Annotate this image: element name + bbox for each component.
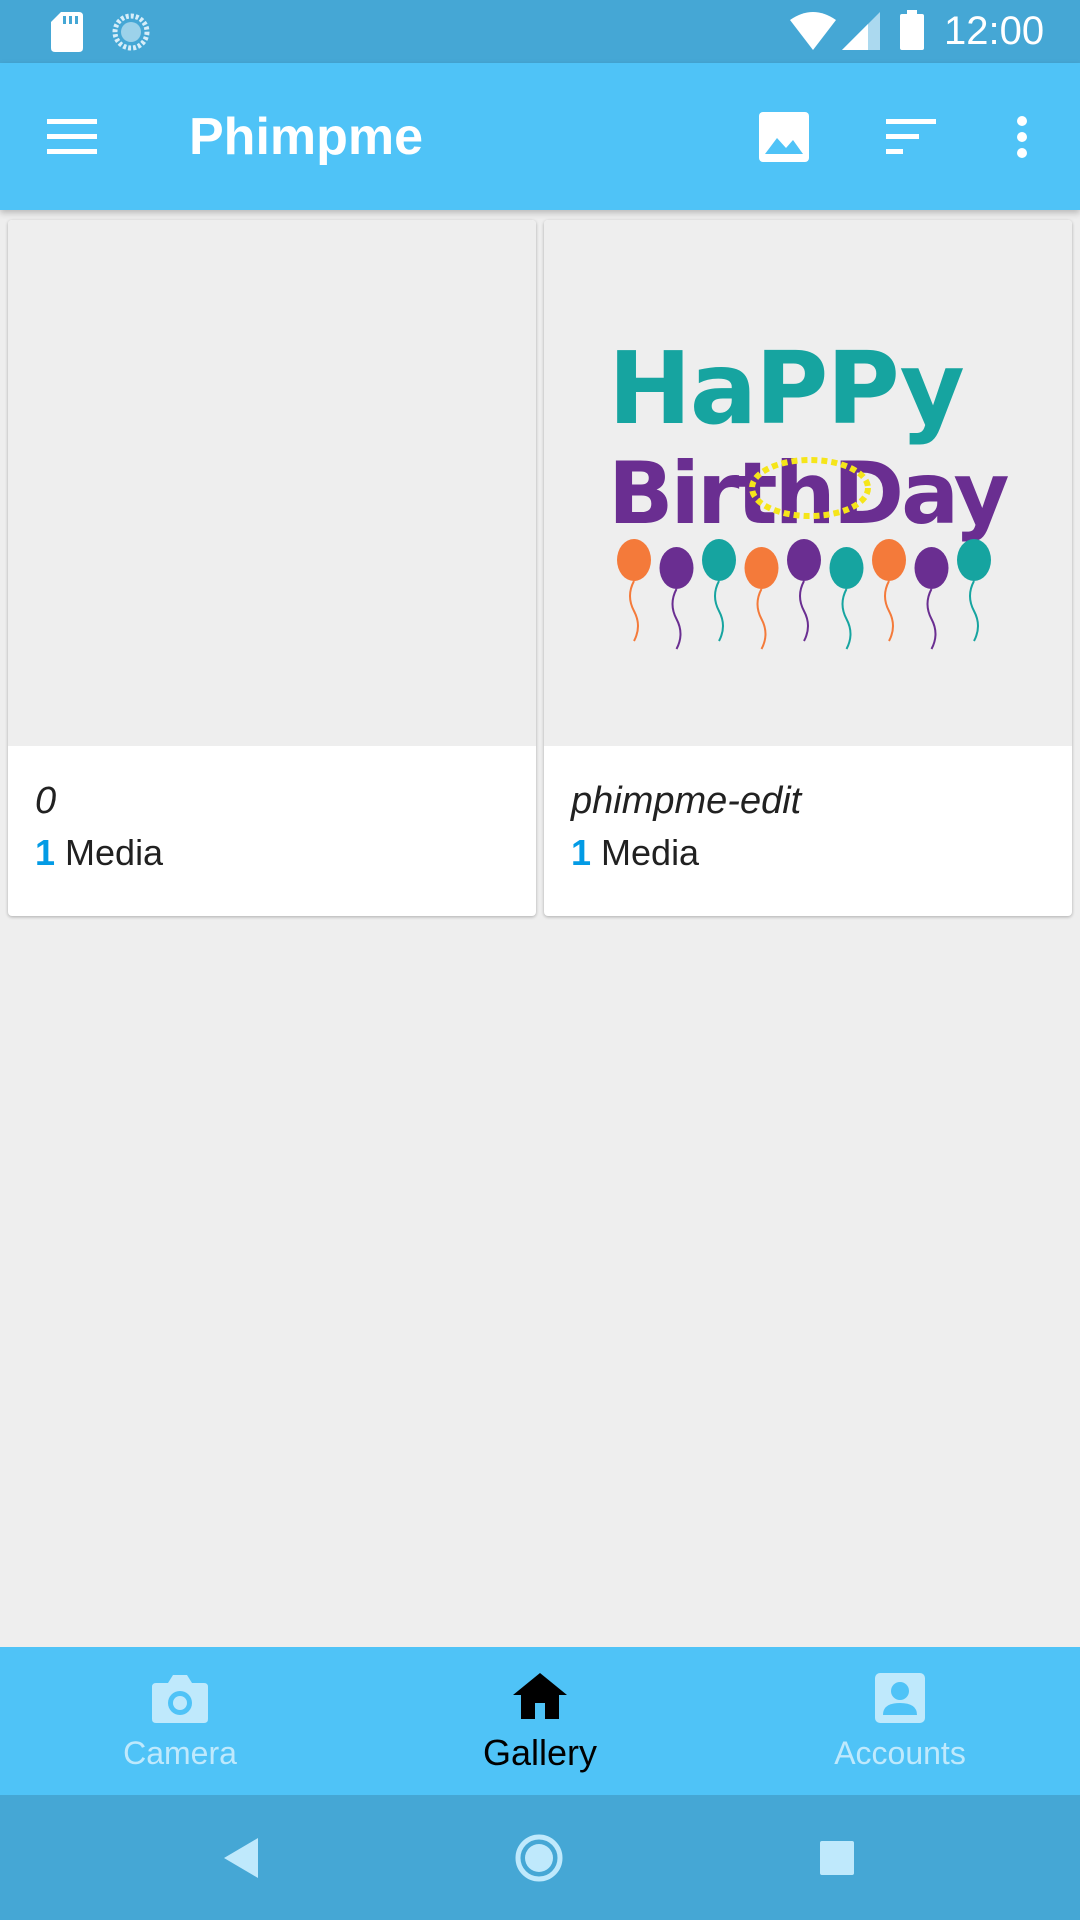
image-icon <box>759 111 809 162</box>
nav-label-camera: Camera <box>123 1735 237 1771</box>
balloon <box>702 539 736 581</box>
balloons <box>617 539 991 650</box>
battery-icon <box>900 10 924 50</box>
album-thumbnail-empty <box>8 220 536 746</box>
system-recents-button[interactable] <box>777 1795 897 1920</box>
sort-icon <box>886 118 936 154</box>
balloon <box>617 539 651 581</box>
balloon <box>744 547 779 589</box>
nav-item-gallery[interactable]: Gallery <box>390 1647 690 1795</box>
nav-item-camera[interactable]: Camera <box>30 1647 330 1795</box>
more-options-button[interactable] <box>967 63 1077 210</box>
balloon <box>914 547 949 589</box>
system-home-button[interactable] <box>479 1795 599 1920</box>
album-name: 0 <box>35 780 57 822</box>
balloon <box>787 539 821 581</box>
album-card[interactable]: HaPPy BirthDay phimpme-edit 1 Media <box>544 220 1072 916</box>
sync-icon <box>112 13 150 51</box>
album-media-count: 1 Media <box>35 831 163 875</box>
nav-label-accounts: Accounts <box>834 1735 966 1771</box>
home-circle-icon <box>515 1834 563 1881</box>
birthday-text: BirthDay <box>608 444 1009 544</box>
media-count-label: Media <box>601 832 700 873</box>
happy-text: HaPPy <box>608 330 964 447</box>
status-bar: 12:00 <box>0 0 1080 63</box>
media-count-label: Media <box>65 832 164 873</box>
album-name: phimpme-edit <box>571 780 802 822</box>
cell-signal-icon <box>842 12 880 50</box>
balloon <box>829 547 864 589</box>
page-title: Phimpme <box>189 108 424 166</box>
camera-icon <box>152 1675 208 1723</box>
app-toolbar: Phimpme <box>0 63 1080 210</box>
album-card[interactable]: 0 1 Media <box>8 220 536 916</box>
balloon-string <box>926 588 937 650</box>
status-time: 12:00 <box>944 9 1045 53</box>
menu-button[interactable] <box>17 63 127 210</box>
balloon-string <box>884 580 894 642</box>
home-icon <box>513 1673 567 1719</box>
menu-icon <box>47 118 97 154</box>
album-thumbnail: HaPPy BirthDay <box>544 220 1072 746</box>
image-button[interactable] <box>729 63 839 210</box>
more-vert-icon <box>1017 115 1027 158</box>
balloon-string <box>841 588 852 650</box>
balloon-string <box>714 580 724 642</box>
system-navigation-bar <box>0 1795 1080 1920</box>
balloon-string <box>756 588 767 650</box>
balloon <box>659 547 694 589</box>
media-count-number: 1 <box>571 832 592 873</box>
balloon-string <box>629 580 639 642</box>
wifi-icon <box>790 12 836 50</box>
account-box-icon <box>875 1673 925 1723</box>
recents-square-icon <box>820 1840 854 1875</box>
nav-label-gallery: Gallery <box>482 1732 598 1773</box>
sort-button[interactable] <box>856 63 966 210</box>
back-triangle-icon <box>224 1837 258 1878</box>
sd-card-icon <box>51 12 83 52</box>
balloon-string <box>969 580 979 642</box>
balloon <box>872 539 906 581</box>
bottom-navigation: Camera Gallery Accounts <box>0 1647 1080 1795</box>
album-media-count: 1 Media <box>571 831 699 875</box>
happy-birthday-image: HaPPy BirthDay <box>608 330 1012 650</box>
media-count-number: 1 <box>35 832 56 873</box>
system-back-button[interactable] <box>181 1795 301 1920</box>
nav-item-accounts[interactable]: Accounts <box>750 1647 1050 1795</box>
balloon-string <box>799 580 809 642</box>
balloon-string <box>671 588 682 650</box>
balloon <box>957 539 991 581</box>
